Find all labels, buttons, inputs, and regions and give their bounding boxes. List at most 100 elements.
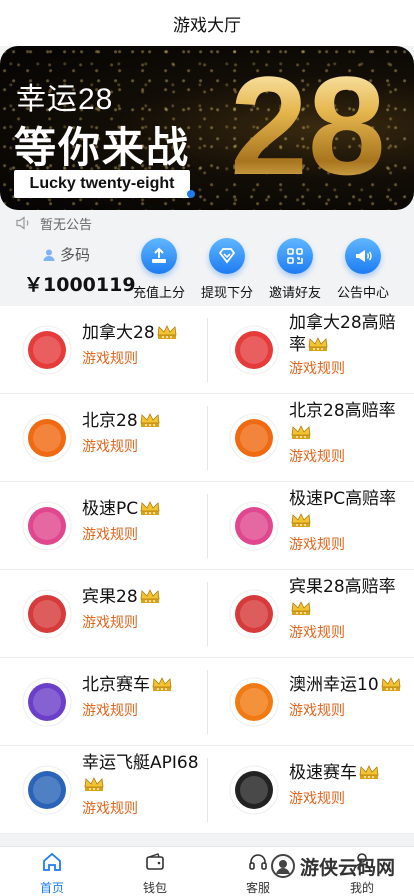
game-logo-icon [229,765,279,815]
game-logo-icon [22,677,72,727]
game-card[interactable]: 宾果28 游戏规则 [0,570,207,658]
game-name: 北京28高赔率 [289,400,407,444]
game-rules-link[interactable]: 游戏规则 [289,700,345,720]
game-rules-link[interactable]: 游戏规则 [289,446,345,466]
game-row: 加拿大28 游戏规则 加拿大28高赔率 游戏规则 [0,306,414,394]
invite-button[interactable]: 邀请好友 [262,238,328,304]
crown-icon [156,324,178,340]
game-name-text: 幸运飞艇API68 [82,753,199,773]
game-row: 极速PC 游戏规则 极速PC高赔率 游戏规则 [0,482,414,570]
game-name-text: 加拿大28 [82,323,155,343]
game-name: 北京28 [82,410,200,432]
game-name: 北京赛车 [82,674,200,696]
banner-big-number: 28 [230,47,386,204]
withdraw-label: 提现下分 [200,286,253,301]
watermark-text: 游侠云码网 [300,856,396,879]
speaker-icon [16,216,29,230]
game-row: 北京赛车 游戏规则 澳洲幸运10 游戏规则 [0,658,414,746]
game-card[interactable]: 极速PC 游戏规则 [0,482,207,570]
game-logo-icon [22,413,72,463]
game-row: 宾果28 游戏规则 宾果28高赔率 游戏规则 [0,570,414,658]
game-rules-link[interactable]: 游戏规则 [289,622,345,642]
game-name: 极速PC [82,498,200,520]
game-grid: 加拿大28 游戏规则 加拿大28高赔率 游戏规则 北京28 游戏规则 北京28高赔率 游戏规则… [0,306,414,834]
game-card[interactable]: 加拿大28高赔率游戏规则 [207,306,414,394]
game-rules-link[interactable]: 游戏规则 [289,358,345,378]
headset-icon [249,854,267,870]
game-logo-icon [22,325,72,375]
game-card[interactable]: 北京28 游戏规则 [0,394,207,482]
game-name: 幸运飞艇API68 [82,752,200,796]
game-rules-link[interactable]: 游戏规则 [82,436,138,456]
crown-icon [151,676,173,692]
crown-icon [139,500,161,516]
crown-icon [290,600,312,616]
game-logo-icon [229,413,279,463]
game-rules-link[interactable]: 游戏规则 [82,348,138,368]
game-card[interactable]: 加拿大28 游戏规则 [0,306,207,394]
crown-icon [139,412,161,428]
withdraw-icon [209,238,245,274]
tab-home[interactable]: 首页 [17,851,87,895]
game-row: 北京28 游戏规则 北京28高赔率 游戏规则 [0,394,414,482]
watermark: 游侠云码网 [270,852,414,880]
crown-icon [307,336,329,352]
banner-tagline: Lucky twenty-eight [14,170,190,198]
banner-title-line2: 等你来战 [14,123,191,172]
home-icon [43,852,61,871]
carousel-indicator-dot[interactable] [187,190,195,198]
game-rules-link[interactable]: 游戏规则 [82,612,138,632]
game-name-text: 宾果28高赔率 [289,577,396,597]
game-name: 加拿大28高赔率 [289,312,407,356]
game-name-text: 北京赛车 [82,675,150,695]
game-rules-link[interactable]: 游戏规则 [82,798,138,818]
announcement-icon [345,238,381,274]
game-card[interactable]: 北京28高赔率 游戏规则 [207,394,414,482]
invite-label: 邀请好友 [268,286,321,301]
account-summary: 多码 ￥1000119 [16,240,136,300]
game-logo-icon [229,589,279,639]
game-name: 极速PC高赔率 [289,488,407,532]
game-rules-link[interactable]: 游戏规则 [289,788,345,808]
game-row: 幸运飞艇API68 游戏规则 极速赛车 游戏规则 [0,746,414,834]
game-name-text: 极速赛车 [289,763,357,783]
tab-wallet[interactable]: 钱包 [120,851,190,895]
game-name: 极速赛车 [289,762,407,784]
game-logo-icon [229,325,279,375]
tab-profile-label: 我的 [349,881,374,895]
promo-banner[interactable]: 幸运28 等你来战 Lucky twenty-eight 28 [0,46,414,210]
game-rules-link[interactable]: 游戏规则 [82,524,138,544]
game-rules-link[interactable]: 游戏规则 [289,534,345,554]
user-icon [43,249,55,261]
invite-icon [277,238,313,274]
announcement-button[interactable]: 公告中心 [330,238,396,304]
watermark-logo-icon [271,854,295,878]
game-card[interactable]: 极速赛车 游戏规则 [207,746,414,834]
game-name-text: 北京28 [82,411,138,431]
game-name: 宾果28高赔率 [289,576,407,620]
crown-icon [380,676,402,692]
game-card[interactable]: 幸运飞艇API68 游戏规则 [0,746,207,834]
crown-icon [290,512,312,528]
game-card[interactable]: 极速PC高赔率 游戏规则 [207,482,414,570]
game-card[interactable]: 澳洲幸运10 游戏规则 [207,658,414,746]
page-title: 游戏大厅 [0,0,414,46]
deposit-button[interactable]: 充值上分 [126,238,192,304]
game-name-text: 加拿大28高赔率 [289,313,396,355]
game-logo-icon [229,501,279,551]
account-panel: 多码 ￥1000119 充值上分 提现下分 邀请好友 公告中心 [0,234,414,306]
game-logo-icon [22,589,72,639]
notice-bar[interactable]: 暂无公告 [0,212,414,234]
game-card[interactable]: 宾果28高赔率 游戏规则 [207,570,414,658]
game-name: 宾果28 [82,586,200,608]
account-balance: ￥1000119 [24,274,136,296]
crown-icon [139,588,161,604]
withdraw-button[interactable]: 提现下分 [194,238,260,304]
deposit-label: 充值上分 [132,286,185,301]
crown-icon [83,776,105,792]
banner-title-line1: 幸运28 [16,83,114,116]
game-rules-link[interactable]: 游戏规则 [82,700,138,720]
tab-wallet-label: 钱包 [142,881,167,895]
username-text: 多码 [60,246,91,264]
game-card[interactable]: 北京赛车 游戏规则 [0,658,207,746]
